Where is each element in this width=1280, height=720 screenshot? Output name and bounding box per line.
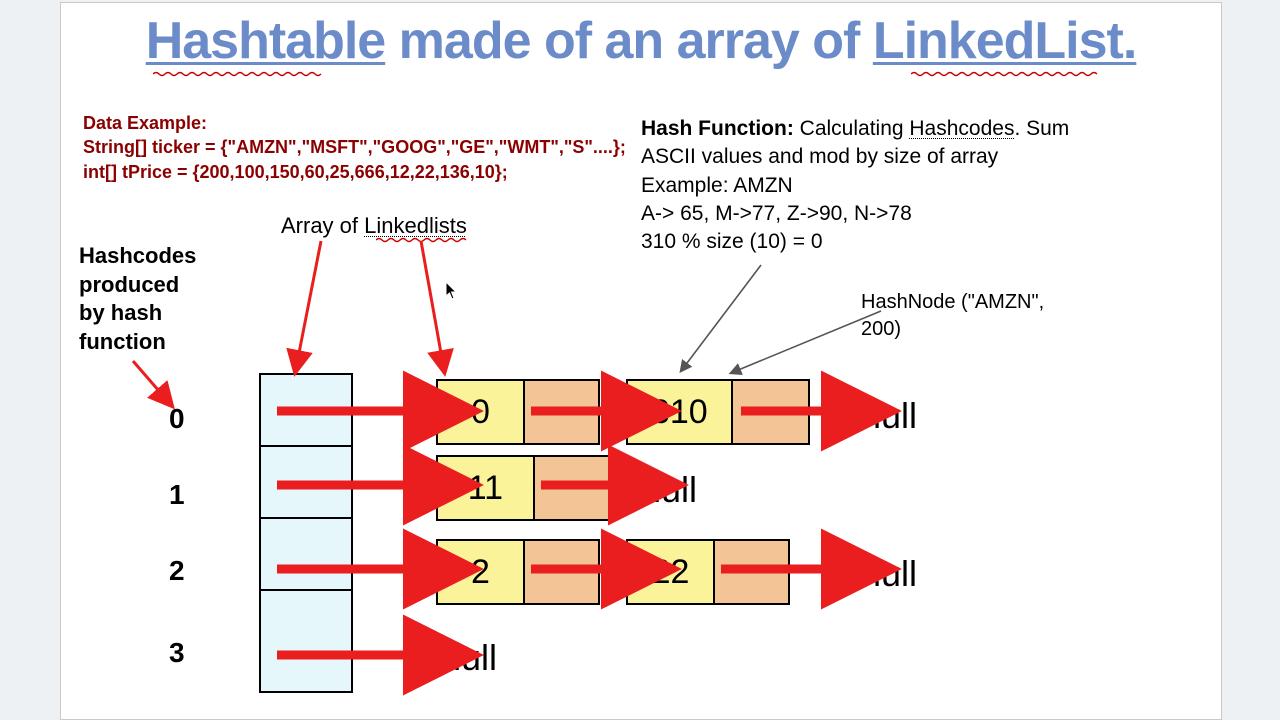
index-2: 2: [169, 555, 185, 587]
hashcodes-label: Hashcodes produced by hash function: [79, 242, 199, 356]
node-value: 310: [628, 381, 733, 443]
bucket-1: [259, 445, 353, 521]
node-pointer: [525, 381, 598, 443]
node-value: 0: [438, 381, 525, 443]
node-pointer: [733, 381, 808, 443]
index-1: 1: [169, 479, 185, 511]
hashnode-label: HashNode ("AMZN", 200): [861, 289, 1069, 343]
hashfn-line1: Hash Function: Calculating Hashcodes. Su…: [641, 115, 1069, 143]
node-value: 2: [438, 541, 525, 603]
data-example-line2: int[] tPrice = {200,100,150,60,25,666,12…: [83, 160, 626, 184]
null-terminator: null: [441, 637, 497, 679]
list-node: 22: [626, 539, 790, 605]
hashfn-line4: A-> 65, M->77, Z->90, N->78: [641, 200, 1069, 228]
bucket-0: [259, 373, 353, 449]
data-example-block: Data Example: String[] ticker = {"AMZN",…: [83, 111, 626, 184]
list-node: 11: [436, 455, 610, 521]
index-3: 3: [169, 637, 185, 669]
null-terminator: null: [641, 469, 697, 511]
bucket-3: [259, 589, 353, 693]
title-word-hashtable: Hashtable: [146, 12, 386, 70]
null-terminator: null: [861, 395, 917, 437]
list-node: 2: [436, 539, 600, 605]
data-example-label: Data Example:: [83, 111, 626, 135]
hashfn-line2: ASCII values and mod by size of array: [641, 143, 1069, 171]
array-of-linkedlists-label: Array of Linkedlists: [281, 213, 467, 239]
node-value: 22: [628, 541, 715, 603]
bucket-2: [259, 517, 353, 593]
slide-title: Hashtable made of an array of LinkedList…: [61, 11, 1221, 71]
spellcheck-squiggle: [911, 71, 1101, 77]
node-pointer: [715, 541, 788, 603]
node-pointer: [525, 541, 598, 603]
title-word-linkedlist: LinkedList.: [873, 12, 1136, 70]
list-node: 310: [626, 379, 810, 445]
list-node: 0: [436, 379, 600, 445]
spellcheck-squiggle: [153, 71, 323, 77]
index-0: 0: [169, 403, 185, 435]
hashfn-line3: Example: AMZN: [641, 172, 1069, 200]
cursor-icon: [445, 281, 459, 301]
node-pointer: [535, 457, 608, 519]
slide-canvas: Hashtable made of an array of LinkedList…: [60, 2, 1222, 720]
hash-function-block: Hash Function: Calculating Hashcodes. Su…: [641, 115, 1069, 257]
hashfn-line5: 310 % size (10) = 0: [641, 228, 1069, 256]
data-example-line1: String[] ticker = {"AMZN","MSFT","GOOG",…: [83, 135, 626, 159]
null-terminator: null: [861, 553, 917, 595]
node-value: 11: [438, 457, 535, 519]
